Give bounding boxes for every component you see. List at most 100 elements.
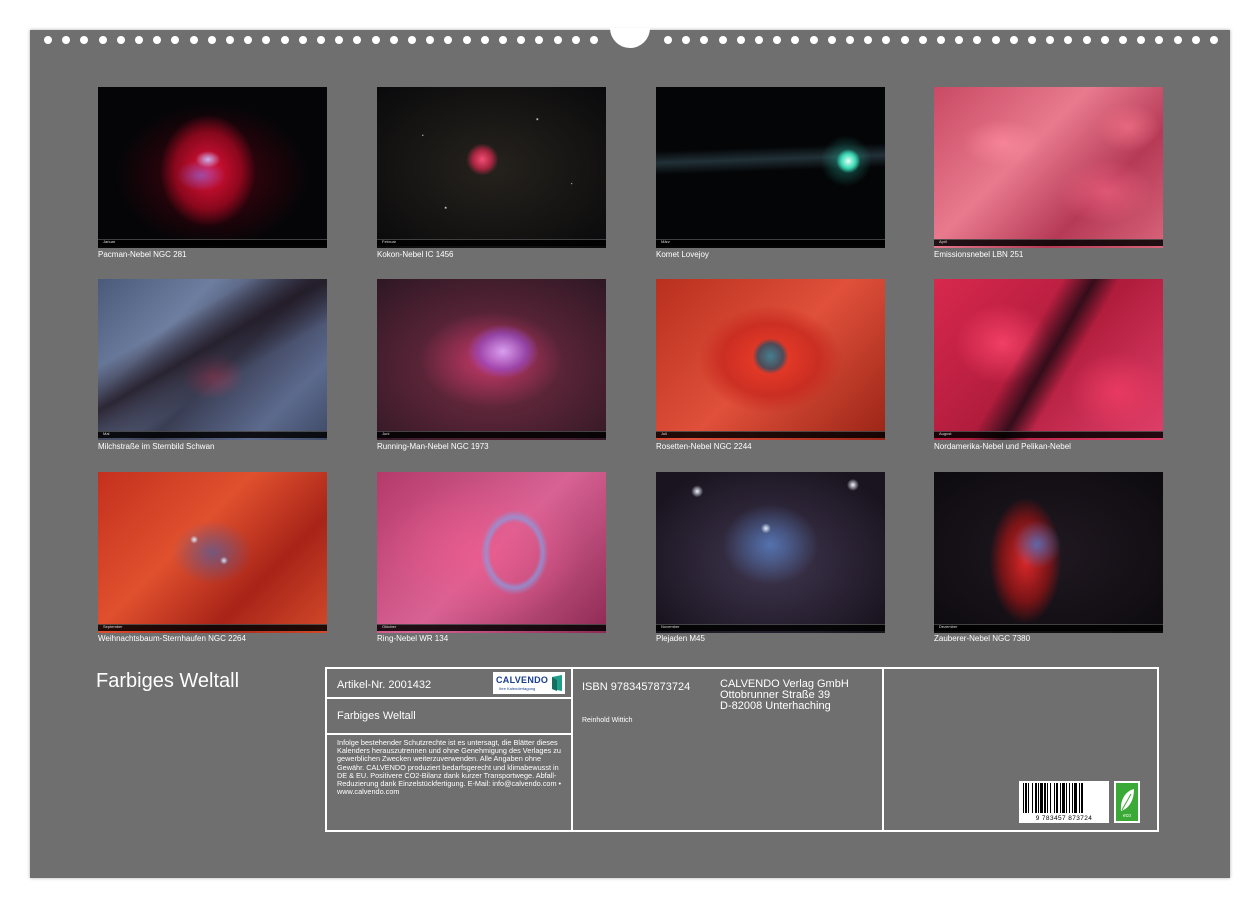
caption-month-1: Pacman-Nebel NGC 281 bbox=[98, 250, 187, 259]
binding-hole bbox=[517, 36, 525, 44]
photo-pleiades: November bbox=[656, 472, 885, 633]
binding-hole bbox=[1119, 36, 1127, 44]
publisher-address: CALVENDO Verlag GmbH Ottobrunner Straße … bbox=[720, 678, 849, 712]
barcode-bars-icon bbox=[1023, 783, 1083, 813]
photo-running-man-nebula: Juni bbox=[377, 279, 606, 440]
barcode-bar bbox=[1081, 783, 1083, 813]
binding-hole bbox=[535, 36, 543, 44]
barcode-bar bbox=[1023, 783, 1024, 813]
binding-hole bbox=[44, 36, 52, 44]
photo-emission-nebula: April bbox=[934, 87, 1163, 248]
photo-milky-way-cygnus: Mai bbox=[98, 279, 327, 440]
barcode-bar bbox=[1060, 783, 1061, 813]
month-bar: September bbox=[98, 624, 327, 631]
binding-hole bbox=[810, 36, 818, 44]
binding-hole bbox=[244, 36, 252, 44]
binding-hole bbox=[335, 36, 343, 44]
barcode-bar bbox=[1072, 783, 1073, 813]
info-title: Farbiges Weltall bbox=[337, 710, 416, 722]
barcode-bar bbox=[1062, 783, 1065, 813]
barcode-bar bbox=[1025, 783, 1027, 813]
barcode-bar bbox=[1044, 783, 1046, 813]
divider bbox=[882, 669, 884, 830]
binding-hole bbox=[317, 36, 325, 44]
caption-month-8: Nordamerika-Nebel und Pelikan-Nebel bbox=[934, 442, 1071, 451]
binding-hole bbox=[755, 36, 763, 44]
caption-month-11: Plejaden M45 bbox=[656, 634, 705, 643]
barcode-bar bbox=[1050, 783, 1051, 813]
article-number: Artikel-Nr. 2001432 bbox=[337, 679, 432, 691]
binding-hole bbox=[1137, 36, 1145, 44]
eco-badge: eco bbox=[1114, 781, 1140, 823]
binding-hole bbox=[1083, 36, 1091, 44]
barcode-bar bbox=[1069, 783, 1070, 813]
binding-hole bbox=[80, 36, 88, 44]
divider bbox=[571, 669, 573, 830]
binding-hole bbox=[973, 36, 981, 44]
binding-hole bbox=[1174, 36, 1182, 44]
binding-hole bbox=[919, 36, 927, 44]
photo-wizard-nebula: Dezember bbox=[934, 472, 1163, 633]
binding-hole bbox=[737, 36, 745, 44]
isbn-barcode: 9 783457 873724 bbox=[1019, 781, 1109, 823]
binding-hole bbox=[62, 36, 70, 44]
photo-comet-lovejoy: März bbox=[656, 87, 885, 248]
info-box: Artikel-Nr. 2001432 CALVENDO Ihre Kalend… bbox=[325, 667, 1159, 832]
binding-hole bbox=[1155, 36, 1163, 44]
barcode-bar bbox=[1079, 783, 1080, 813]
legal-text: Infolge bestehender Schutzrechte ist es … bbox=[337, 738, 562, 797]
binding-hole bbox=[572, 36, 580, 44]
binding-hole bbox=[372, 36, 380, 44]
barcode-bar bbox=[1035, 783, 1037, 813]
caption-month-4: Emissionsnebel LBN 251 bbox=[934, 250, 1024, 259]
barcode-bar bbox=[1066, 783, 1067, 813]
binding-hole bbox=[408, 36, 416, 44]
binding-hole bbox=[353, 36, 361, 44]
binding-hole bbox=[791, 36, 799, 44]
binding-hole bbox=[1210, 36, 1218, 44]
binding-hole bbox=[299, 36, 307, 44]
binding-hole bbox=[1010, 36, 1018, 44]
binding-hole bbox=[281, 36, 289, 44]
month-bar: Januar bbox=[98, 239, 327, 246]
barcode-bar bbox=[1038, 783, 1039, 813]
binding-hole bbox=[590, 36, 598, 44]
binding-hole bbox=[1101, 36, 1109, 44]
caption-month-6: Running-Man-Nebel NGC 1973 bbox=[377, 442, 489, 451]
barcode-bar bbox=[1040, 783, 1043, 813]
barcode-bar bbox=[1074, 783, 1077, 813]
month-bar: Oktober bbox=[377, 624, 606, 631]
binding-hole bbox=[846, 36, 854, 44]
binding-hole bbox=[226, 36, 234, 44]
caption-month-3: Komet Lovejoy bbox=[656, 250, 709, 259]
month-bar: August bbox=[934, 431, 1163, 438]
binding-hole bbox=[262, 36, 270, 44]
binding-hole bbox=[955, 36, 963, 44]
binding-hole bbox=[719, 36, 727, 44]
binding-hole bbox=[208, 36, 216, 44]
binding-hole bbox=[135, 36, 143, 44]
binding-hole bbox=[426, 36, 434, 44]
divider bbox=[327, 697, 572, 699]
month-bar: Februar bbox=[377, 239, 606, 246]
binding-hole bbox=[117, 36, 125, 44]
author: Reinhold Wittich bbox=[582, 717, 633, 724]
caption-month-5: Milchstraße im Sternbild Schwan bbox=[98, 442, 215, 451]
divider bbox=[327, 733, 572, 735]
month-bar: Mai bbox=[98, 431, 327, 438]
month-bar: November bbox=[656, 624, 885, 631]
binding-hole bbox=[664, 36, 672, 44]
isbn: ISBN 9783457873724 bbox=[582, 681, 691, 693]
binding-hole bbox=[937, 36, 945, 44]
month-bar: Dezember bbox=[934, 624, 1163, 631]
month-bar: März bbox=[656, 239, 885, 246]
calvendo-logo: CALVENDO Ihre Kalendertagung bbox=[493, 672, 565, 694]
caption-month-2: Kokon-Nebel IC 1456 bbox=[377, 250, 454, 259]
month-bar: April bbox=[934, 239, 1163, 246]
calendar-sheet: Januar Pacman-Nebel NGC 281 Februar Koko… bbox=[30, 28, 1230, 878]
barcode-bar bbox=[1032, 783, 1033, 813]
logo-mark-icon bbox=[552, 675, 562, 691]
caption-month-12: Zauberer-Nebel NGC 7380 bbox=[934, 634, 1031, 643]
binding-hole bbox=[499, 36, 507, 44]
month-bar: Juli bbox=[656, 431, 885, 438]
